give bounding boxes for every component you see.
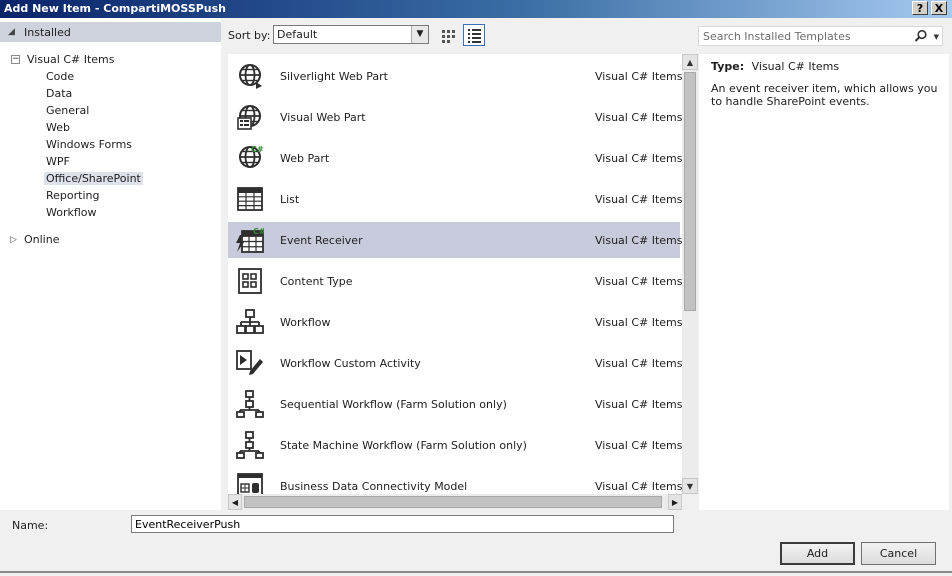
template-name: State Machine Workflow (Farm Solution on… — [280, 439, 527, 452]
template-category: Visual C# Items — [595, 70, 682, 83]
sort-dropdown[interactable]: Default ▼ — [273, 25, 429, 44]
tree-node-web[interactable]: Web — [46, 121, 70, 134]
type-line: Type: Visual C# Items — [711, 60, 839, 73]
svg-text:C#: C# — [253, 227, 264, 236]
content-type-icon — [238, 268, 262, 294]
scroll-left-icon[interactable]: ◀ — [228, 494, 242, 510]
sort-value: Default — [277, 28, 318, 41]
cancel-button[interactable]: Cancel — [861, 542, 936, 565]
tree-node-windows-forms[interactable]: Windows Forms — [46, 138, 132, 151]
template-category: Visual C# Items — [595, 398, 682, 411]
template-name: Workflow — [280, 316, 331, 329]
window-title: Add New Item - CompartiMOSSPush — [4, 2, 227, 15]
template-name: Business Data Connectivity Model — [280, 480, 468, 493]
template-list: Silverlight Web Part Visual C# Items Visu… — [228, 54, 682, 494]
tree-node-office-sharepoint[interactable]: Office/SharePoint — [44, 172, 143, 185]
visual-webpart-icon — [237, 105, 261, 130]
type-value: Visual C# Items — [751, 60, 840, 73]
template-category: Visual C# Items — [595, 193, 682, 206]
scroll-thumb[interactable] — [684, 72, 696, 311]
add-button[interactable]: Add — [780, 542, 855, 565]
small-icons-view-button[interactable] — [437, 24, 459, 46]
template-row[interactable]: Business Data Connectivity Model Visual C… — [228, 468, 682, 494]
template-description: An event receiver item, which allows you… — [711, 82, 938, 108]
workflow-activity-icon — [236, 350, 263, 375]
template-category: Visual C# Items — [595, 234, 682, 247]
workflow-icon — [236, 309, 264, 334]
template-category: Visual C# Items — [595, 275, 682, 288]
search-icon[interactable] — [914, 29, 928, 43]
tree-node-reporting[interactable]: Reporting — [46, 189, 99, 202]
scroll-up-icon[interactable]: ▲ — [682, 54, 698, 70]
template-row[interactable]: State Machine Workflow (Farm Solution on… — [228, 427, 682, 463]
template-name: Web Part — [280, 152, 330, 165]
name-input[interactable] — [131, 515, 674, 533]
expand-arrow-icon[interactable]: ▷ — [10, 235, 17, 245]
type-label: Type: — [711, 60, 745, 73]
template-row[interactable]: Visual Web Part Visual C# Items — [228, 99, 682, 135]
template-name: Workflow Custom Activity — [280, 357, 421, 370]
name-label: Name: — [12, 519, 49, 532]
template-category: Visual C# Items — [595, 111, 682, 124]
tree-node-online[interactable]: Online — [24, 233, 59, 246]
title-bar: Add New Item - CompartiMOSSPush ? X — [0, 0, 952, 18]
help-button[interactable]: ? — [912, 1, 928, 15]
tree-node-visual-csharp[interactable]: Visual C# Items — [27, 53, 115, 66]
template-category: Visual C# Items — [595, 316, 682, 329]
expand-arrow-icon: ◢ — [8, 27, 15, 37]
template-name: Visual Web Part — [280, 111, 366, 124]
search-box[interactable]: Search Installed Templates ▼ — [698, 26, 943, 46]
template-name: Event Receiver — [280, 234, 363, 247]
event-receiver-icon: C# — [236, 227, 264, 253]
details-pane: Type: Visual C# Items An event receiver … — [699, 54, 949, 510]
details-view-button[interactable] — [463, 24, 485, 46]
scroll-down-icon[interactable]: ▼ — [682, 478, 698, 494]
svg-text:C#: C# — [251, 145, 264, 154]
list-grid-icon — [237, 187, 263, 211]
search-input[interactable]: Search Installed Templates — [703, 30, 851, 43]
state-machine-icon — [236, 431, 264, 459]
template-row[interactable]: Sequential Workflow (Farm Solution only)… — [228, 386, 682, 422]
scroll-right-icon[interactable]: ▶ — [668, 494, 682, 510]
tree-node-data[interactable]: Data — [46, 87, 72, 100]
installed-header[interactable]: ◢ Installed — [0, 22, 221, 42]
template-row[interactable]: Silverlight Web Part Visual C# Items — [228, 58, 682, 94]
template-row[interactable]: List Visual C# Items — [228, 181, 682, 217]
template-name: Sequential Workflow (Farm Solution only) — [280, 398, 507, 411]
collapse-toggle-icon[interactable]: − — [11, 55, 20, 64]
webpart-csharp-icon: C# — [239, 145, 264, 168]
globe-webpart-icon — [239, 64, 262, 89]
small-icons-icon — [442, 30, 455, 43]
template-row[interactable]: Workflow Visual C# Items — [228, 304, 682, 340]
chevron-down-icon[interactable]: ▼ — [411, 26, 428, 43]
template-category: Visual C# Items — [595, 152, 682, 165]
template-row[interactable]: C# Web Part Visual C# Items — [228, 140, 682, 176]
horizontal-scrollbar[interactable]: ◀ ▶ — [228, 494, 682, 510]
template-name: Content Type — [280, 275, 353, 288]
sequential-workflow-icon — [236, 390, 264, 418]
tree-node-code[interactable]: Code — [46, 70, 74, 83]
template-category: Visual C# Items — [595, 480, 682, 493]
details-list-icon — [468, 29, 481, 43]
bdc-model-icon — [237, 473, 263, 494]
sort-label: Sort by: — [228, 29, 271, 42]
template-category: Visual C# Items — [595, 439, 682, 452]
template-row[interactable]: Content Type Visual C# Items — [228, 263, 682, 299]
template-name: List — [280, 193, 300, 206]
horizontal-scroll-thumb[interactable] — [244, 496, 662, 508]
vertical-scrollbar[interactable]: ▲ ▼ — [682, 54, 698, 494]
close-button[interactable]: X — [931, 1, 947, 15]
template-name: Silverlight Web Part — [280, 70, 388, 83]
tree-node-wpf[interactable]: WPF — [46, 155, 70, 168]
chevron-down-icon[interactable]: ▼ — [934, 33, 939, 41]
tree-node-workflow[interactable]: Workflow — [46, 206, 97, 219]
installed-label: Installed — [24, 26, 71, 39]
template-row[interactable]: Workflow Custom Activity Visual C# Items — [228, 345, 682, 381]
window-border — [0, 571, 952, 573]
tree-node-general[interactable]: General — [46, 104, 89, 117]
template-row[interactable]: C# Event Receiver Visual C# Items — [228, 222, 682, 258]
sort-toolbar: Sort by: Default ▼ — [221, 18, 699, 54]
template-category: Visual C# Items — [595, 357, 682, 370]
category-tree-pane: ◢ Installed − Visual C# Items Code Data Ge… — [0, 18, 221, 510]
